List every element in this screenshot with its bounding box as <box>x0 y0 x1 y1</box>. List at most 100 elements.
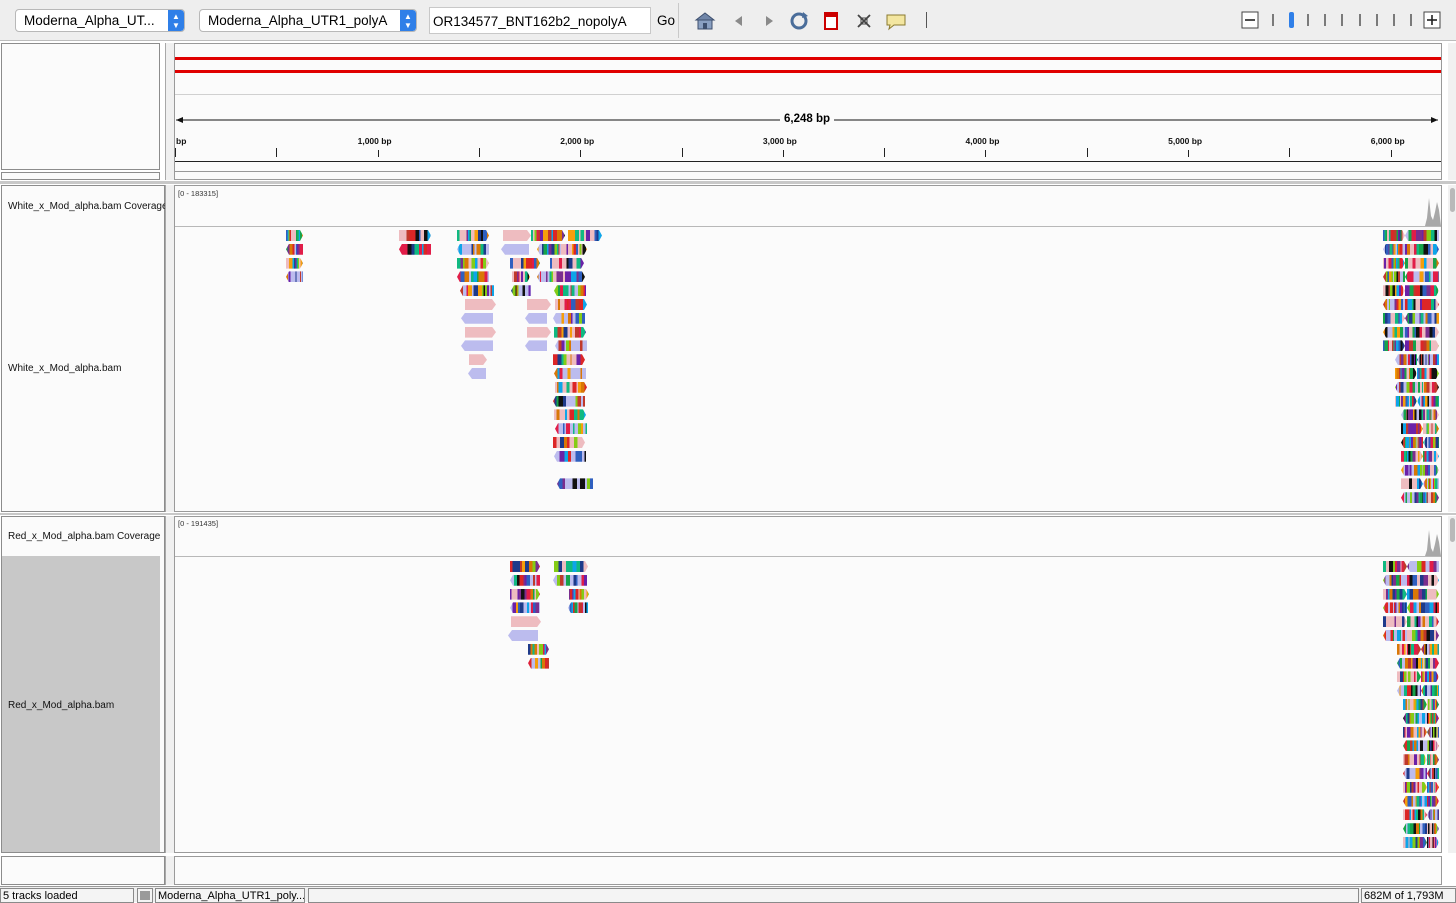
alignment-read[interactable] <box>465 299 496 310</box>
alignment-read[interactable] <box>528 644 549 655</box>
alignment-read[interactable] <box>1423 409 1439 420</box>
alignment-read[interactable] <box>1383 340 1405 351</box>
header-scrollbar[interactable] <box>1448 43 1456 180</box>
alignment-read[interactable] <box>1427 809 1439 821</box>
alignment-read[interactable] <box>1423 437 1439 448</box>
alignment-read[interactable] <box>1405 271 1439 283</box>
alignment-read[interactable] <box>1405 299 1439 310</box>
alignment-read[interactable] <box>1397 657 1421 669</box>
refresh-icon[interactable] <box>788 10 810 32</box>
alignment-read[interactable] <box>510 589 540 600</box>
alignment-read[interactable] <box>1383 271 1405 283</box>
alignment-read[interactable] <box>555 382 587 393</box>
alignment-read[interactable] <box>1405 340 1439 351</box>
alignment-read[interactable] <box>1407 589 1439 600</box>
alignment-read[interactable] <box>512 271 530 282</box>
alignment-read[interactable] <box>1427 782 1439 793</box>
alignment-read[interactable] <box>1427 796 1439 807</box>
alignment-read[interactable] <box>555 340 587 352</box>
alignment-read[interactable] <box>527 299 551 310</box>
alignment-read[interactable] <box>550 258 584 269</box>
alignment-read[interactable] <box>1407 616 1439 627</box>
zoom-level-tick[interactable] <box>1341 14 1344 26</box>
alignment-read[interactable] <box>1405 327 1439 338</box>
zoom-in-icon[interactable] <box>1423 11 1441 29</box>
alignment-read[interactable] <box>1427 740 1439 751</box>
alignment-read[interactable] <box>1407 561 1439 572</box>
alignment-read[interactable] <box>1397 644 1421 655</box>
alignment-read[interactable] <box>1421 671 1439 682</box>
alignment-read[interactable] <box>1383 630 1407 641</box>
white-coverage-histogram[interactable] <box>1425 190 1441 226</box>
alignment-read[interactable] <box>553 395 585 407</box>
alignment-read[interactable] <box>1383 602 1407 614</box>
alignment-read[interactable] <box>460 285 494 297</box>
alignment-read[interactable] <box>1405 285 1439 296</box>
fit-icon[interactable] <box>853 10 875 32</box>
red-coverage-histogram[interactable] <box>1425 520 1441 556</box>
zoom-level-tick[interactable] <box>1272 14 1274 26</box>
red-coverage-track-label[interactable]: Red_x_Mod_alpha.bam Coverage <box>8 531 165 542</box>
go-button[interactable]: Go <box>657 13 675 28</box>
zoom-level-tick[interactable] <box>1358 14 1361 26</box>
alignment-read[interactable] <box>1427 754 1439 765</box>
white-scroll-thumb[interactable] <box>1450 188 1455 212</box>
alignment-read[interactable] <box>1405 244 1439 255</box>
alignment-read[interactable] <box>553 574 587 586</box>
alignment-read[interactable] <box>527 327 551 338</box>
alignment-read[interactable] <box>286 230 303 241</box>
home-icon[interactable] <box>694 10 716 32</box>
genome-dropdown[interactable]: Moderna_Alpha_UT... ▲ ▼ <box>15 9 185 32</box>
alignment-read[interactable] <box>1401 451 1423 462</box>
alignment-read[interactable] <box>511 285 531 297</box>
alignment-read[interactable] <box>1403 727 1427 738</box>
alignment-read[interactable] <box>1395 368 1417 379</box>
alignment-read[interactable] <box>1403 754 1427 765</box>
alignment-read[interactable] <box>553 271 585 282</box>
alignment-read[interactable] <box>510 561 540 572</box>
alignment-read[interactable] <box>1407 575 1439 586</box>
alignment-read[interactable] <box>1395 396 1417 407</box>
alignment-read[interactable] <box>1401 478 1423 489</box>
alignment-read[interactable] <box>554 450 586 462</box>
chromosome-dropdown[interactable]: Moderna_Alpha_UTR1_polyA ▲ ▼ <box>199 9 417 32</box>
alignment-read[interactable] <box>469 354 487 365</box>
alignment-read[interactable] <box>1383 589 1407 600</box>
alignment-read[interactable] <box>1383 313 1405 324</box>
alignment-read[interactable] <box>1383 574 1407 586</box>
alignment-read[interactable] <box>286 271 303 283</box>
alignment-read[interactable] <box>553 354 585 365</box>
alignment-read[interactable] <box>1403 699 1427 710</box>
alignment-read[interactable] <box>1403 837 1427 848</box>
alignment-read[interactable] <box>286 258 303 269</box>
alignment-read[interactable] <box>1405 258 1439 269</box>
alignment-read[interactable] <box>1407 602 1439 614</box>
alignment-read[interactable] <box>457 258 489 269</box>
alignment-read[interactable] <box>501 243 529 255</box>
alignment-read[interactable] <box>510 258 540 269</box>
alignment-read[interactable] <box>1423 465 1439 476</box>
red-scroll-thumb[interactable] <box>1450 518 1455 542</box>
red-bam-track-label[interactable]: Red_x_Mod_alpha.bam <box>8 700 165 711</box>
alignment-read[interactable] <box>1427 837 1439 848</box>
alignment-read[interactable] <box>1403 823 1427 835</box>
alignment-read[interactable] <box>286 243 303 255</box>
alignment-read[interactable] <box>525 340 547 352</box>
alignment-read[interactable] <box>1395 354 1417 366</box>
alignment-read[interactable] <box>1423 478 1439 490</box>
alignment-read[interactable] <box>510 602 540 614</box>
white-coverage-track-label[interactable]: White_x_Mod_alpha.bam Coverage <box>8 201 165 212</box>
alignment-read[interactable] <box>1427 699 1439 710</box>
alignment-read[interactable] <box>468 368 486 379</box>
alignment-read[interactable] <box>537 243 561 255</box>
popup-icon[interactable] <box>885 10 907 32</box>
alignment-read[interactable] <box>1421 643 1439 655</box>
alignment-read[interactable] <box>510 574 540 586</box>
alignment-read[interactable] <box>1383 285 1405 296</box>
zoom-level-tick[interactable] <box>1393 14 1396 26</box>
alignment-read[interactable] <box>1423 492 1439 503</box>
alignment-read[interactable] <box>1427 768 1439 779</box>
alignment-read[interactable] <box>1417 354 1439 366</box>
alignment-read[interactable] <box>1383 243 1405 255</box>
alignment-read[interactable] <box>1403 795 1427 807</box>
